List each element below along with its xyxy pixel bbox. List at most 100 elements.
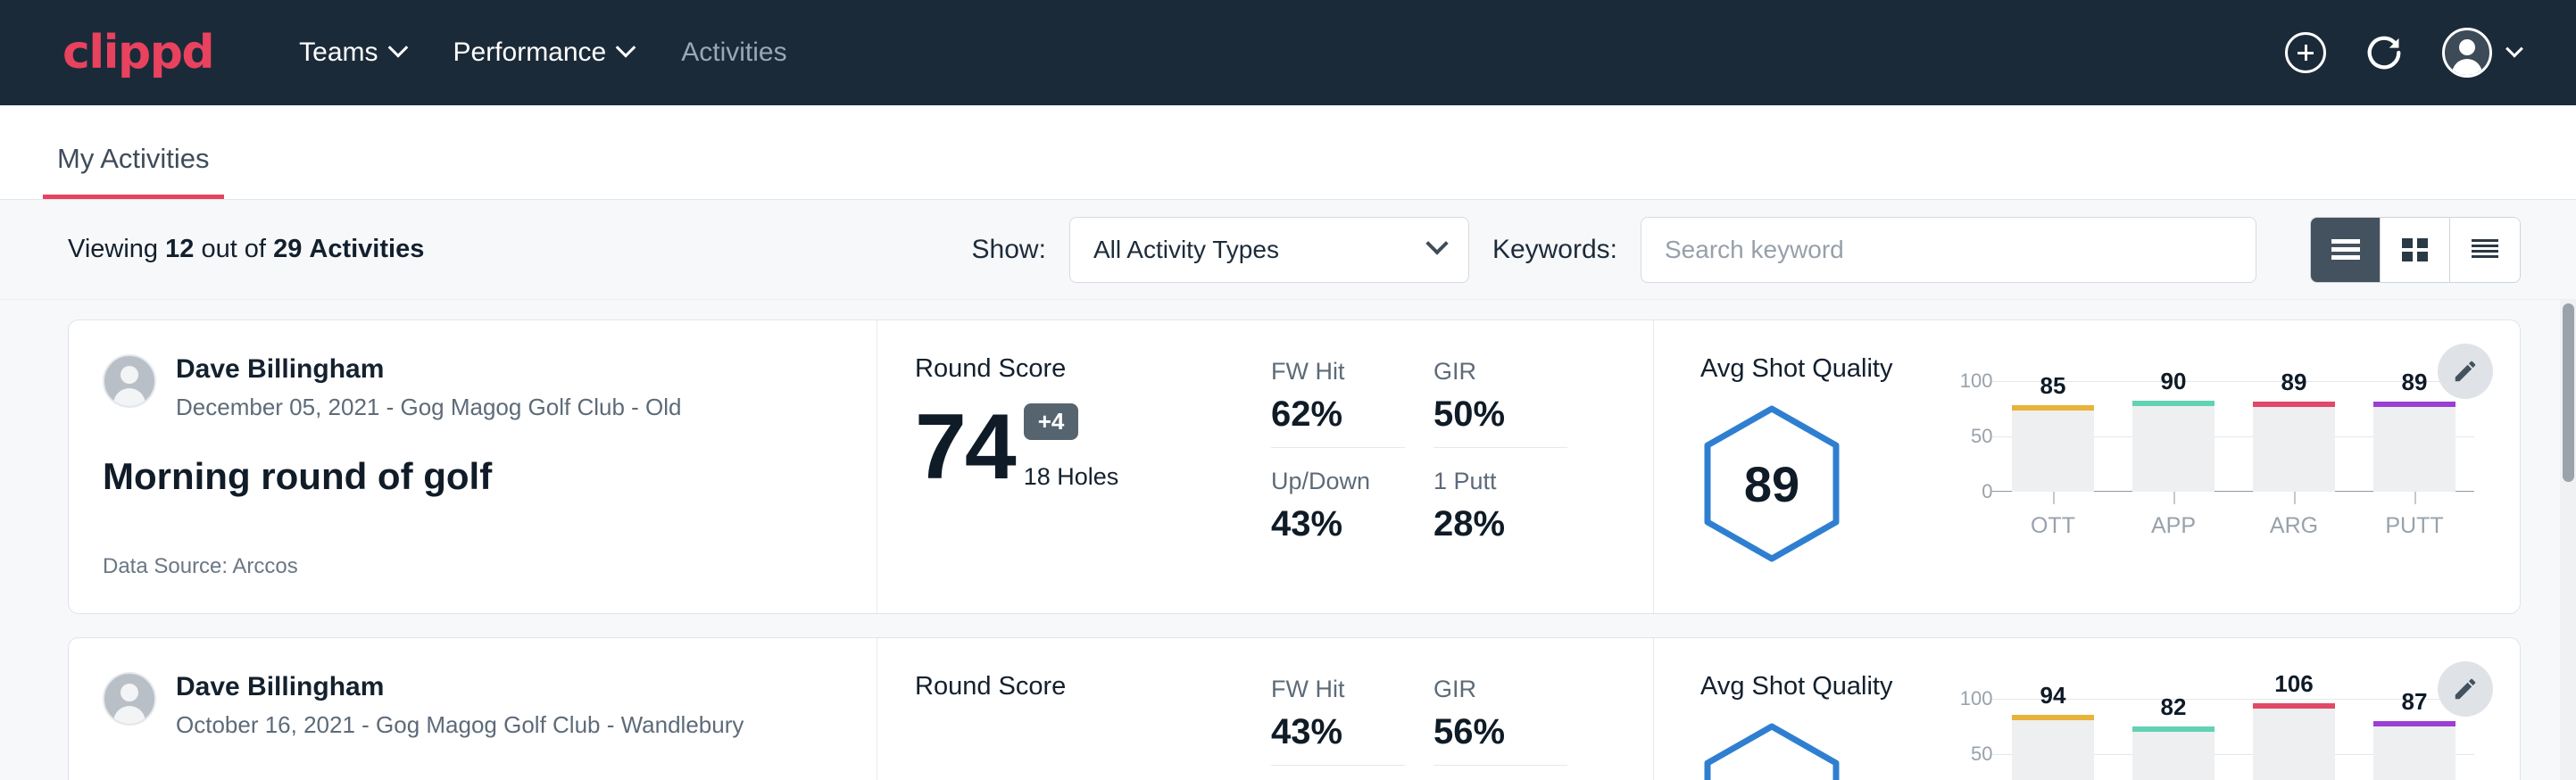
bar-putt: 87 xyxy=(2373,726,2456,780)
activity-card[interactable]: Dave Billingham October 16, 2021 - Gog M… xyxy=(68,637,2521,780)
x-label-ott: OTT xyxy=(2010,513,2096,539)
x-tick xyxy=(2053,492,2055,504)
stats-grid: FW Hit 62% GIR 50% Up/Down 43% 1 Putt 28… xyxy=(1271,358,1653,557)
viewing-count: 12 xyxy=(165,235,194,263)
bar-value-ott: 94 xyxy=(2012,682,2094,709)
round-score-value-row: 74 +4 18 Holes xyxy=(915,403,1234,491)
chart-plot-area: 85 90 xyxy=(1992,381,2474,492)
activity-list: Dave Billingham December 05, 2021 - Gog … xyxy=(0,300,2576,780)
refresh-icon[interactable] xyxy=(2364,32,2405,73)
stat-value: 56% xyxy=(1433,712,1567,752)
avg-shot-quality-column: Avg Shot Quality 100 50 0 xyxy=(1653,638,2520,780)
user-name: Dave Billingham xyxy=(176,672,744,701)
viewing-mid: out of xyxy=(201,235,266,263)
page-scrollbar[interactable] xyxy=(2560,300,2576,780)
stat-label: FW Hit xyxy=(1271,676,1405,703)
filter-bar: Viewing 12 out of 29 Activities Show: Al… xyxy=(0,200,2576,300)
y-tick-100: 100 xyxy=(1960,687,1993,710)
score-to-par-badge: +4 xyxy=(1024,403,1079,440)
bar-cap-putt xyxy=(2373,721,2456,726)
bar-value-arg: 89 xyxy=(2253,369,2335,396)
chart-x-labels: OTT APP ARG PUTT xyxy=(1992,513,2474,539)
grid-icon xyxy=(2399,235,2431,265)
avg-shot-quality-label: Avg Shot Quality xyxy=(1700,672,1892,701)
chevron-down-icon xyxy=(387,37,408,58)
list-view-toggle[interactable] xyxy=(2311,218,2381,282)
stat-label: Up/Down xyxy=(1271,468,1405,495)
pencil-icon xyxy=(2452,358,2479,385)
round-score-value: 74 xyxy=(915,405,1015,491)
round-score-label: Round Score xyxy=(915,354,1234,384)
bar-column-ott: 94 xyxy=(2010,699,2096,780)
edit-activity-button[interactable] xyxy=(2438,344,2493,399)
bar-ott: 85 xyxy=(2012,410,2094,492)
activity-meta: October 16, 2021 - Gog Magog Golf Club -… xyxy=(176,711,744,739)
stat-label: FW Hit xyxy=(1271,358,1405,386)
viewing-suffix: Activities xyxy=(309,235,424,263)
scrollbar-thumb[interactable] xyxy=(2563,303,2574,482)
activity-title: Morning round of golf xyxy=(103,455,859,498)
grid-view-toggle[interactable] xyxy=(2381,218,2450,282)
keywords-label: Keywords: xyxy=(1492,235,1617,265)
bar-value-app: 82 xyxy=(2132,693,2215,721)
y-tick-50: 50 xyxy=(1971,425,1992,448)
activity-card[interactable]: Dave Billingham December 05, 2021 - Gog … xyxy=(68,319,2521,614)
stat-label: GIR xyxy=(1433,676,1567,703)
stat-value: 43% xyxy=(1271,712,1405,752)
quality-hexagon xyxy=(1700,721,1843,780)
brand-logo[interactable]: clippd xyxy=(62,26,213,79)
activity-meta: December 05, 2021 - Gog Magog Golf Club … xyxy=(176,394,682,421)
viewing-total: 29 xyxy=(273,235,302,263)
nav-item-teams[interactable]: Teams xyxy=(299,37,404,68)
activity-user: Dave Billingham October 16, 2021 - Gog M… xyxy=(103,672,859,739)
activity-info-column: Dave Billingham December 05, 2021 - Gog … xyxy=(69,320,877,613)
list-icon xyxy=(2328,235,2364,265)
activity-info-column: Dave Billingham October 16, 2021 - Gog M… xyxy=(69,638,877,780)
bar-cap-app xyxy=(2132,726,2215,732)
quality-hexagon-block: Avg Shot Quality 89 xyxy=(1700,354,1892,579)
tab-bar: My Activities xyxy=(0,105,2576,200)
tab-my-activities[interactable]: My Activities xyxy=(43,143,224,199)
stat-one-putt: 1 Putt 28% xyxy=(1433,468,1567,557)
bar-arg: 89 xyxy=(2253,406,2335,492)
bar-cap-putt xyxy=(2373,402,2456,407)
plus-circle-icon[interactable] xyxy=(2285,32,2326,73)
bar-cap-arg xyxy=(2253,703,2335,709)
stat-value: 62% xyxy=(1271,394,1405,435)
bar-cap-ott xyxy=(2012,405,2094,411)
avatar xyxy=(103,672,156,726)
x-label-putt: PUTT xyxy=(2372,513,2457,539)
stat-value: 50% xyxy=(1433,394,1567,435)
activity-type-select[interactable]: All Activity Types xyxy=(1069,217,1469,283)
chart-y-axis: 100 50 0 xyxy=(1933,381,1992,492)
nav-actions xyxy=(2285,28,2521,78)
x-tick xyxy=(2414,492,2416,504)
compact-view-toggle[interactable] xyxy=(2450,218,2520,282)
y-tick-100: 100 xyxy=(1960,369,1993,393)
bar-ott: 94 xyxy=(2012,719,2094,780)
pencil-icon xyxy=(2452,676,2479,702)
bar-putt: 89 xyxy=(2373,406,2456,492)
nav-item-activities-label: Activities xyxy=(681,37,786,68)
show-label: Show: xyxy=(972,235,1046,265)
holes-count: 18 Holes xyxy=(1024,463,1119,491)
stat-value: 28% xyxy=(1433,504,1567,544)
viewing-count-text: Viewing 12 out of 29 Activities xyxy=(68,235,424,264)
avatar xyxy=(2442,28,2492,78)
avg-shot-quality-label: Avg Shot Quality xyxy=(1700,354,1892,384)
activity-user: Dave Billingham December 05, 2021 - Gog … xyxy=(103,354,859,421)
nav-item-activities[interactable]: Activities xyxy=(681,37,786,68)
stat-value: 43% xyxy=(1271,504,1405,544)
y-tick-50: 50 xyxy=(1971,743,1992,766)
round-score-column: Round Score xyxy=(877,638,1234,780)
edit-activity-button[interactable] xyxy=(2438,661,2493,717)
bar-arg: 106 xyxy=(2253,708,2335,780)
round-score-column: Round Score 74 +4 18 Holes xyxy=(877,320,1234,613)
search-input[interactable] xyxy=(1641,217,2256,283)
bar-cap-ott xyxy=(2012,715,2094,720)
nav-item-performance-label: Performance xyxy=(453,37,607,68)
account-menu[interactable] xyxy=(2442,28,2521,78)
bar-column-putt: 87 xyxy=(2372,699,2457,780)
hexagon-icon xyxy=(1700,721,1843,780)
nav-item-performance[interactable]: Performance xyxy=(453,37,634,68)
